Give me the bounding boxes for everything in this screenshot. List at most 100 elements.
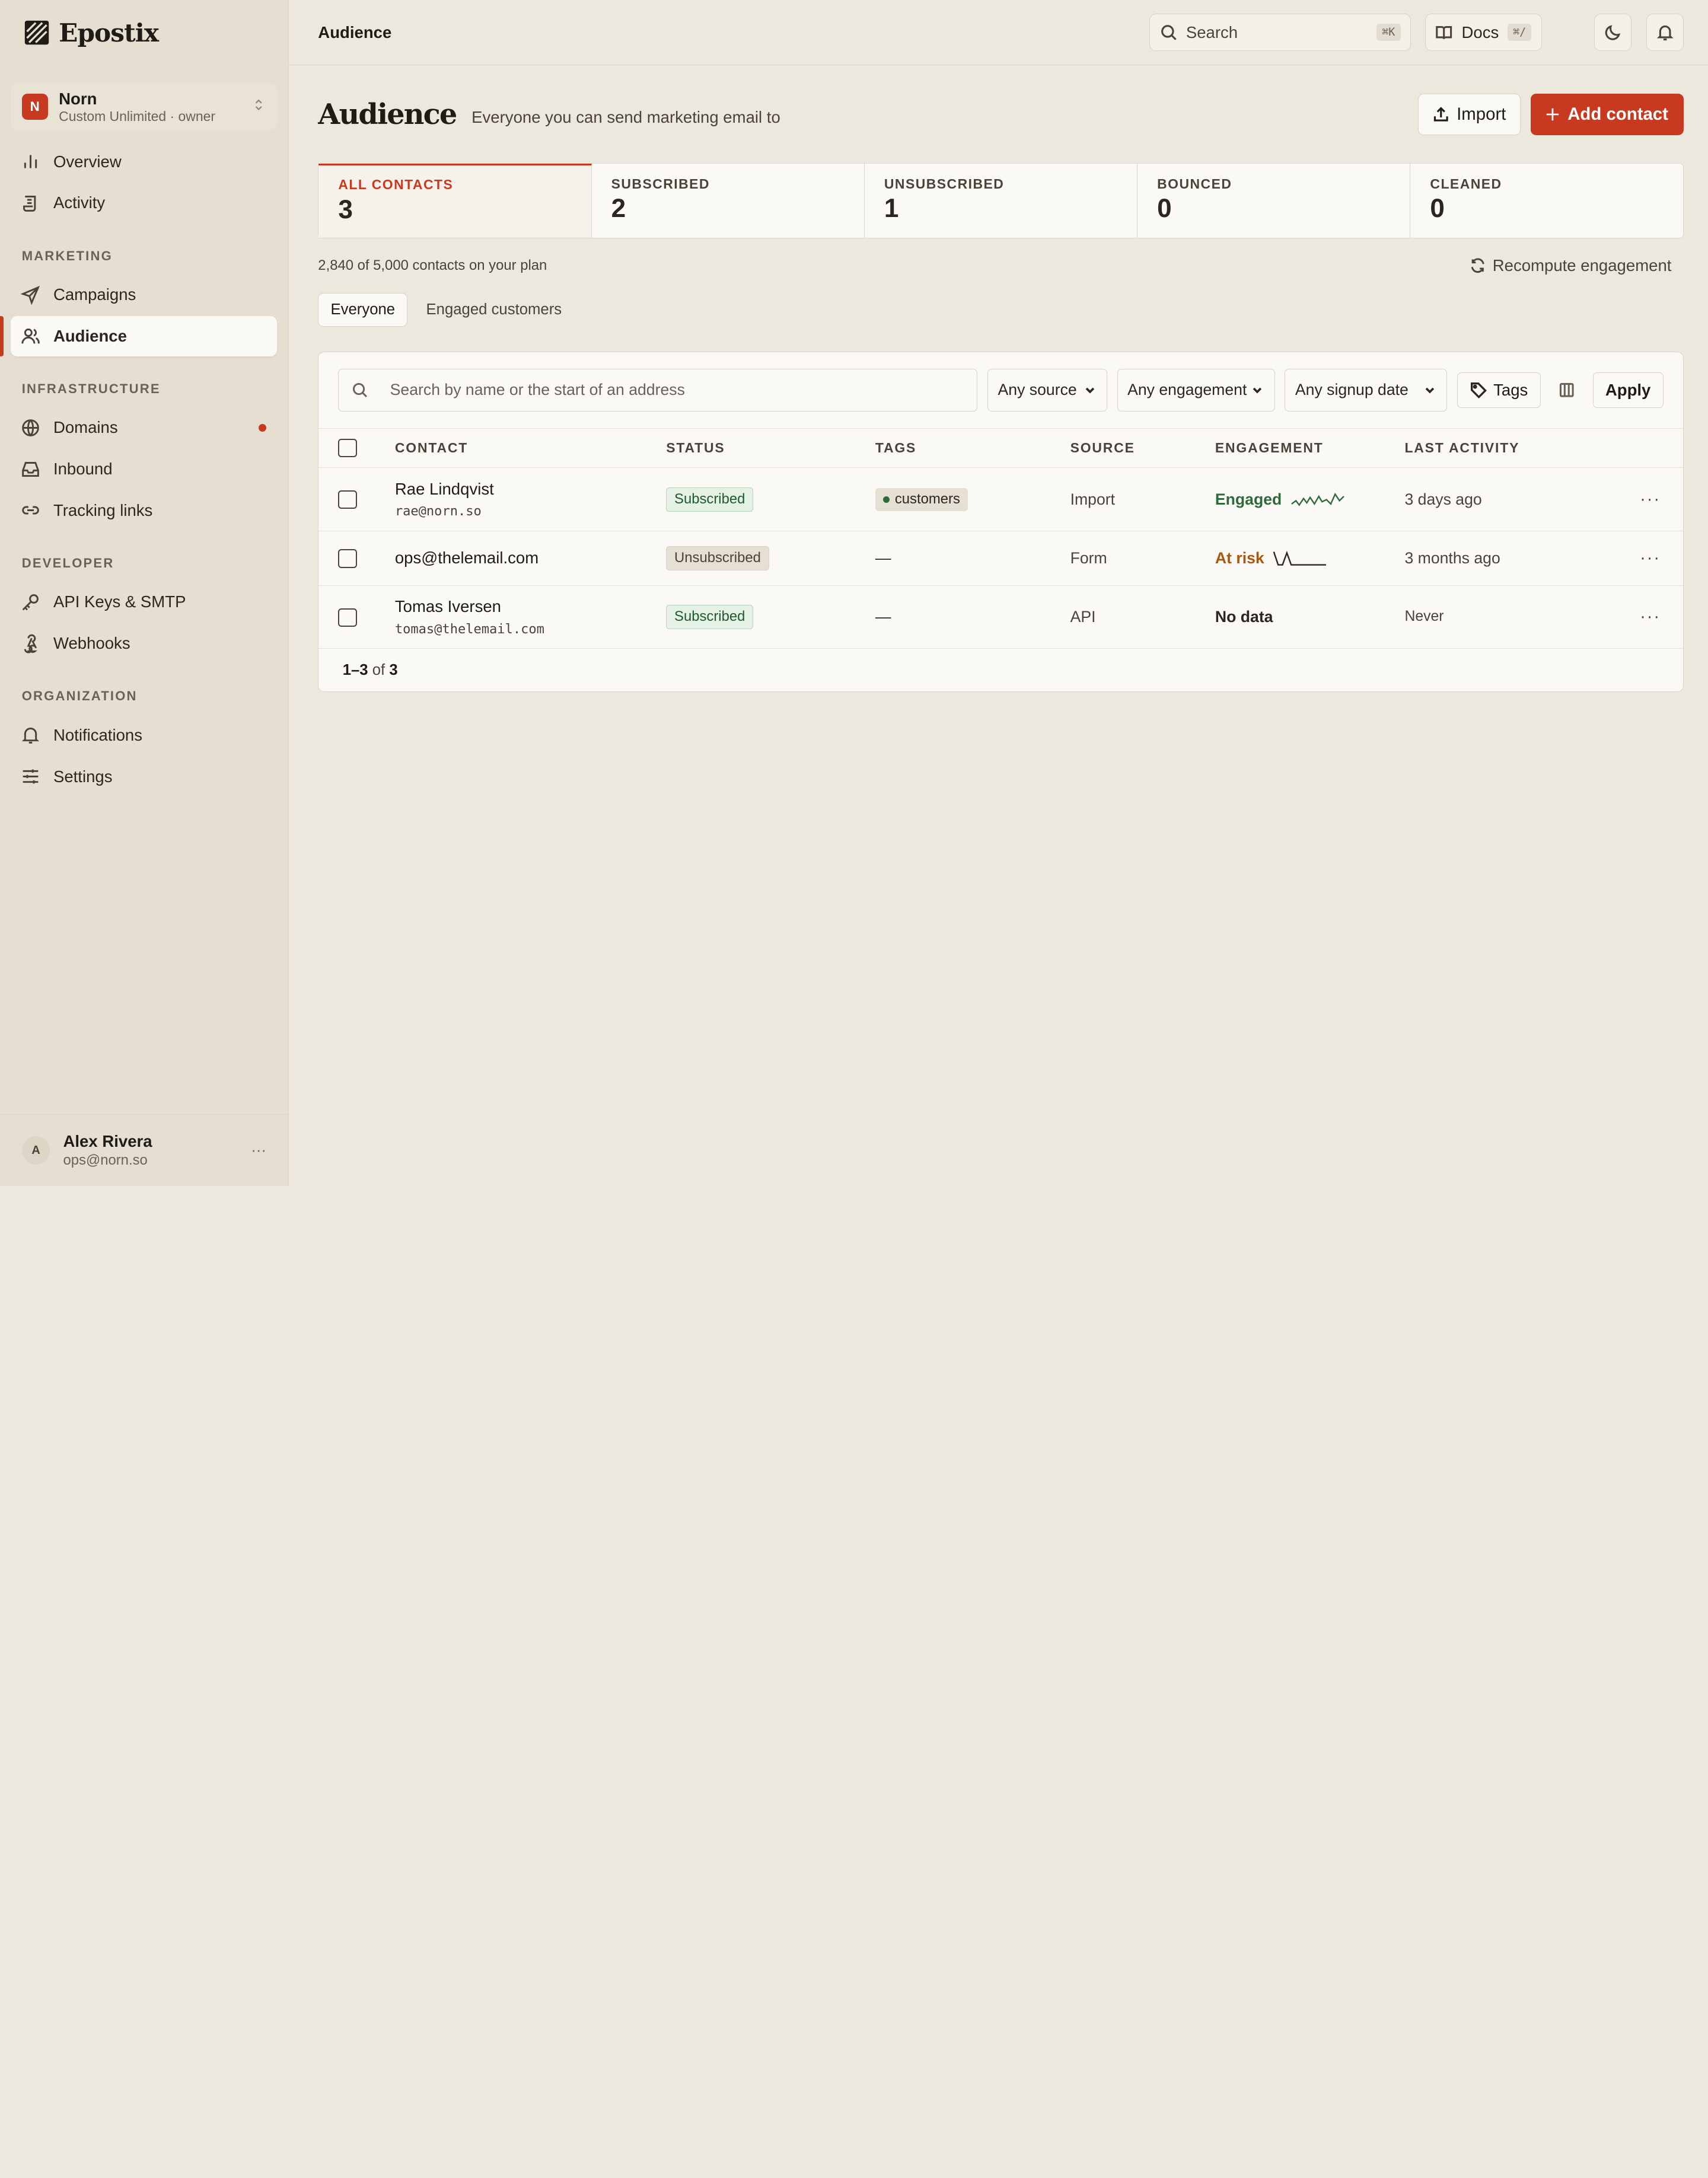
status-cell: Unsubscribed — [666, 531, 875, 586]
tab-everyone[interactable]: Everyone — [318, 293, 408, 327]
table-row[interactable]: Tomas Iversen tomas@thelemail.com Subscr… — [318, 585, 1683, 649]
row-select-cell — [318, 467, 395, 531]
user-menu[interactable]: A Alex Rivera ops@norn.so ··· — [0, 1114, 288, 1186]
bell-icon — [21, 728, 39, 744]
columns-button[interactable] — [1550, 372, 1583, 409]
pagination: 1–3 of 3 — [318, 649, 1682, 691]
stat-value: 1 — [884, 194, 899, 224]
sidebar-item-tracking-links[interactable]: Tracking links — [11, 490, 277, 531]
row-actions-icon[interactable]: ··· — [1617, 467, 1683, 531]
row-checkbox[interactable] — [338, 549, 357, 568]
row-actions-icon[interactable]: ··· — [1617, 585, 1683, 649]
search-label: Search — [1186, 23, 1238, 42]
status-badge: Subscribed — [666, 604, 754, 629]
book-icon — [1436, 25, 1452, 39]
contact-email: tomas@thelemail.com — [394, 621, 544, 637]
bar-chart-icon — [24, 155, 37, 168]
more-horizontal-icon[interactable]: ··· — [251, 1142, 266, 1159]
org-avatar: N — [21, 93, 48, 120]
tag-chip[interactable]: customers — [875, 487, 968, 511]
sidebar-item-inbound[interactable]: Inbound — [11, 449, 277, 489]
source-select[interactable]: Any source — [987, 369, 1108, 412]
topbar: Audience Search ⌘K Docs ⌘/ — [288, 0, 1708, 66]
stat-label: ALL CONTACTS — [338, 176, 454, 192]
col-tags[interactable]: TAGS — [875, 428, 1070, 468]
search-icon — [353, 383, 368, 398]
status-cell: Subscribed — [666, 585, 875, 649]
signup-date-select[interactable]: Any signup date — [1285, 369, 1448, 412]
contact-name[interactable]: ops@thelemail.com — [395, 549, 666, 567]
tags-cell: customers — [875, 467, 1070, 531]
sidebar-item-activity[interactable]: Activity — [11, 183, 277, 224]
upload-icon — [1433, 107, 1448, 122]
col-last-activity[interactable]: LAST ACTIVITY — [1404, 428, 1618, 468]
table-header-row: CONTACT STATUS TAGS SOURCE ENGAGEMENT LA… — [318, 428, 1683, 468]
apply-button[interactable]: Apply — [1592, 372, 1664, 409]
tab-all-contacts[interactable]: ALL CONTACTS 3 — [318, 164, 592, 238]
tab-subscribed[interactable]: SUBSCRIBED 2 — [592, 164, 865, 238]
inbox-icon — [22, 461, 39, 477]
global-search[interactable]: Search ⌘K — [1149, 14, 1411, 51]
link-icon — [22, 506, 39, 515]
sidebar-item-api-keys[interactable]: API Keys & SMTP — [11, 582, 277, 623]
tab-engaged-customers[interactable]: Engaged customers — [414, 293, 573, 327]
table-row[interactable]: Rae Lindqvist rae@norn.so Subscribed cus… — [318, 467, 1683, 531]
engagement-select[interactable]: Any engagement — [1117, 369, 1275, 412]
contact-name[interactable]: Rae Lindqvist — [395, 480, 666, 499]
main-content: Audience Search ⌘K Docs ⌘/ Audience Ever… — [288, 0, 1708, 1186]
tab-cleaned[interactable]: CLEANED 0 — [1410, 164, 1682, 238]
row-checkbox[interactable] — [338, 608, 357, 627]
add-contact-button[interactable]: Add contact — [1530, 93, 1684, 135]
bell-icon — [1656, 25, 1674, 41]
contact-cell: ops@thelemail.com — [394, 531, 667, 586]
row-actions-icon[interactable]: ··· — [1617, 531, 1683, 586]
col-source[interactable]: SOURCE — [1070, 428, 1215, 468]
contact-name[interactable]: Tomas Iversen — [395, 597, 666, 616]
org-info: Norn Custom Unlimited · owner — [59, 89, 240, 125]
docs-button[interactable]: Docs ⌘/ — [1425, 14, 1542, 51]
org-switcher[interactable]: N Norn Custom Unlimited · owner — [11, 82, 278, 131]
logo[interactable]: Epostix — [0, 0, 288, 65]
import-button[interactable]: Import — [1417, 93, 1521, 135]
search-icon — [1161, 25, 1177, 40]
chevron-down-icon — [1085, 387, 1094, 394]
engagement-select-value: Any engagement — [1127, 381, 1247, 399]
tags-filter-button[interactable]: Tags — [1457, 372, 1541, 409]
engagement-sparkline-icon — [1291, 492, 1344, 506]
sidebar-item-overview[interactable]: Overview — [11, 142, 277, 182]
row-select-cell — [318, 585, 395, 649]
breadcrumb: Audience — [318, 23, 392, 42]
sidebar-item-campaigns[interactable]: Campaigns — [11, 275, 277, 315]
sidebar-item-domains[interactable]: Domains — [11, 407, 277, 448]
contact-search-input[interactable]: Search by name or the start of an addres… — [338, 369, 978, 412]
engagement-label: At risk — [1215, 549, 1264, 567]
tab-bounced[interactable]: BOUNCED 0 — [1137, 164, 1411, 238]
table-row[interactable]: ops@thelemail.com Unsubscribed — Form At… — [318, 531, 1683, 586]
stat-value: 2 — [611, 194, 626, 224]
signup-select-value: Any signup date — [1295, 381, 1409, 399]
sidebar-item-settings[interactable]: Settings — [11, 757, 277, 797]
sidebar-item-audience[interactable]: Audience — [0, 315, 278, 356]
tab-unsubscribed[interactable]: UNSUBSCRIBED 1 — [865, 164, 1138, 238]
globe-icon — [22, 419, 39, 437]
col-engagement[interactable]: ENGAGEMENT — [1215, 428, 1405, 468]
status-badge: Subscribed — [666, 487, 754, 512]
sidebar-item-notifications[interactable]: Notifications — [11, 715, 277, 755]
select-all-checkbox[interactable] — [338, 438, 357, 458]
theme-toggle-button[interactable] — [1594, 14, 1631, 51]
search-placeholder: Search by name or the start of an addres… — [390, 381, 685, 399]
user-name: Alex Rivera — [63, 1131, 152, 1150]
col-status[interactable]: STATUS — [666, 428, 875, 468]
moon-icon — [1605, 25, 1620, 40]
nav-section-organization: ORGANIZATION — [21, 688, 138, 704]
sidebar-item-webhooks[interactable]: Webhooks — [11, 623, 277, 664]
recompute-engagement-button[interactable]: Recompute engagement — [1470, 256, 1671, 275]
col-contact[interactable]: CONTACT — [394, 428, 667, 468]
engagement-value: At risk — [1215, 549, 1405, 568]
pagination-total: 3 — [389, 661, 398, 678]
row-checkbox[interactable] — [338, 490, 357, 509]
notifications-button[interactable] — [1646, 14, 1684, 51]
pagination-of: of — [372, 661, 385, 678]
app-name: Epostix — [59, 18, 159, 48]
nav-section-infrastructure: INFRASTRUCTURE — [21, 381, 161, 397]
